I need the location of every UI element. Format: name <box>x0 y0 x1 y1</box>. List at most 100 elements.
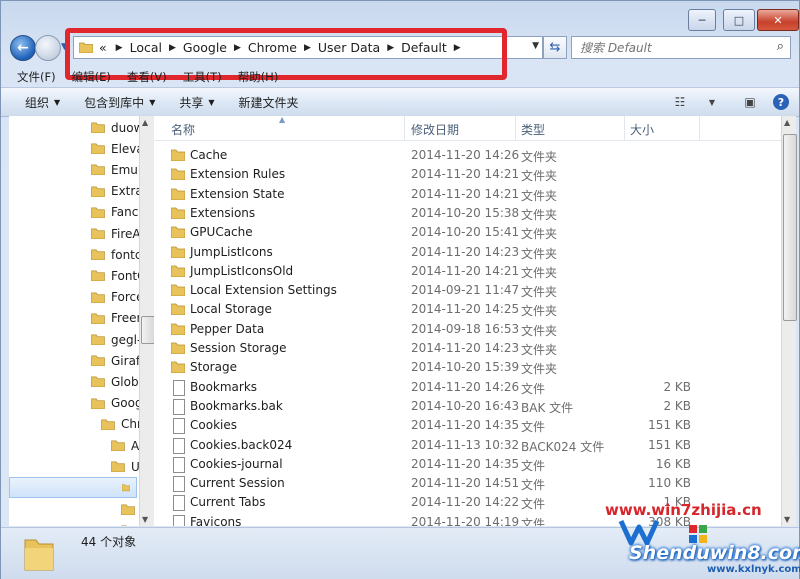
forward-button[interactable] <box>35 35 61 61</box>
view-dropdown-icon[interactable]: ▼ <box>703 94 721 110</box>
share-button[interactable]: 共享 ▼ <box>179 94 214 111</box>
command-toolbar: 组织 ▼ 包含到库中 ▼ 共享 ▼ 新建文件夹 ☷ ▼ ▣ ? <box>1 87 799 117</box>
file-date: 2014-11-20 14:51 <box>411 476 520 491</box>
table-row[interactable]: Extensions 2014-10-20 15:38 文件夹 <box>154 204 781 223</box>
address-dropdown-icon[interactable]: ▼ <box>532 41 539 51</box>
refresh-button[interactable]: ⇆ <box>543 36 567 59</box>
nav-tree-item[interactable]: fontc <box>91 244 139 265</box>
menu-item[interactable]: 编辑(E) <box>72 69 111 85</box>
nav-tree-item[interactable]: Extra <box>91 181 139 202</box>
table-row[interactable]: Current Session 2014-11-20 14:51 文件 110 KB <box>154 474 781 493</box>
search-icon[interactable]: ⌕ <box>777 39 784 54</box>
nav-tree-item[interactable]: Glob <box>91 371 139 392</box>
organize-button[interactable]: 组织 ▼ <box>25 94 60 111</box>
file-scroll-thumb[interactable] <box>783 134 797 321</box>
nav-scrollbar[interactable]: ▲ ▼ <box>139 116 155 526</box>
nav-tree-item[interactable] <box>121 520 139 526</box>
nav-tree-label: Glob <box>111 374 139 389</box>
table-row[interactable]: Cookies.back024 2014-11-13 10:32 BACK024 文… <box>154 436 781 455</box>
folder-icon <box>171 207 185 219</box>
file-name: Cookies.back024 <box>190 437 293 452</box>
file-type: 文件夹 <box>521 227 558 242</box>
nav-tree-item[interactable]: Goog <box>91 393 139 414</box>
folder-icon <box>171 246 185 258</box>
nav-tree-item[interactable]: A <box>111 435 139 456</box>
nav-tree-item[interactable]: Emur <box>91 159 139 180</box>
table-row[interactable]: Cookies 2014-11-20 14:35 文件 151 KB <box>154 416 781 435</box>
back-button[interactable]: ← <box>10 35 36 61</box>
scroll-up-icon[interactable]: ▲ <box>142 118 148 127</box>
file-list-scrollbar[interactable]: ▲ ▼ <box>781 116 797 526</box>
table-row[interactable]: Extension State 2014-11-20 14:21 文件夹 <box>154 185 781 204</box>
nav-tree-item[interactable]: Freer <box>91 308 139 329</box>
include-in-library-button[interactable]: 包含到库中 ▼ <box>84 94 155 111</box>
table-row[interactable]: Cache 2014-11-20 14:26 文件夹 <box>154 146 781 165</box>
column-type[interactable]: 类型 <box>521 121 545 138</box>
nav-tree-item[interactable]: FontC <box>91 265 139 286</box>
folder-icon <box>91 207 105 218</box>
nav-tree-label: Emur <box>111 162 139 177</box>
folder-icon <box>91 270 105 282</box>
view-options-icon[interactable]: ☷ <box>671 94 689 110</box>
nav-tree-item[interactable]: Chr <box>101 414 139 435</box>
table-row[interactable]: JumpListIcons 2014-11-20 14:23 文件夹 <box>154 243 781 262</box>
nav-tree-item[interactable]: Fancy <box>91 202 139 223</box>
scroll-down-icon[interactable]: ▼ <box>784 515 790 524</box>
nav-tree-item[interactable]: U <box>111 456 139 477</box>
menu-item[interactable]: 工具(T) <box>183 69 222 85</box>
nav-tree-item[interactable]: FireA <box>91 223 139 244</box>
column-header: ▲ 名称 修改日期 类型 大小 <box>154 116 781 141</box>
table-row[interactable]: JumpListIconsOld 2014-11-20 14:21 文件夹 <box>154 262 781 281</box>
column-size[interactable]: 大小 <box>630 121 654 138</box>
folder-icon <box>91 143 105 155</box>
table-row[interactable]: Bookmarks 2014-11-20 14:26 文件 2 KB <box>154 378 781 397</box>
nav-tree-item[interactable]: Eleva <box>91 138 139 159</box>
help-icon[interactable]: ? <box>773 94 789 110</box>
menu-item[interactable]: 查看(V) <box>127 69 167 85</box>
table-row[interactable]: Bookmarks.bak 2014-10-20 16:43 BAK 文件 2 KB <box>154 397 781 416</box>
folder-icon <box>171 342 185 354</box>
file-date: 2014-11-20 14:21 <box>411 186 520 201</box>
table-row[interactable]: GPUCache 2014-10-20 15:41 文件夹 <box>154 223 781 242</box>
item-count: 44 个对象 <box>81 535 137 549</box>
nav-tree-item[interactable] <box>9 477 137 499</box>
preview-pane-icon[interactable]: ▣ <box>741 94 759 110</box>
minimize-button[interactable]: ─ <box>688 9 716 31</box>
nav-tree-item[interactable]: gegl- <box>91 329 139 350</box>
nav-tree-label: gegl- <box>111 332 139 347</box>
table-row[interactable]: Pepper Data 2014-09-18 16:53 文件夹 <box>154 320 781 339</box>
file-list[interactable]: ▲ 名称 修改日期 类型 大小 Cache 2014-11-20 14:26 文件夹… <box>154 116 781 526</box>
nav-tree-label: Goog <box>111 396 139 411</box>
nav-tree-item[interactable] <box>121 499 139 520</box>
scroll-up-icon[interactable]: ▲ <box>784 118 790 127</box>
menu-item[interactable]: 文件(F) <box>17 69 56 85</box>
table-row[interactable]: Local Storage 2014-11-20 14:25 文件夹 <box>154 300 781 319</box>
file-date: 2014-10-20 15:38 <box>411 205 520 220</box>
new-folder-button[interactable]: 新建文件夹 <box>239 94 299 111</box>
nav-tree-item[interactable]: Giraf <box>91 350 139 371</box>
file-type: 文件夹 <box>521 207 558 222</box>
file-date: 2014-11-20 14:23 <box>411 244 520 259</box>
table-row[interactable]: Cookies-journal 2014-11-20 14:35 文件 16 KB <box>154 455 781 474</box>
scroll-down-icon[interactable]: ▼ <box>142 515 148 524</box>
column-date[interactable]: 修改日期 <box>411 121 459 138</box>
folder-icon <box>111 440 125 451</box>
nav-tree-item[interactable]: Force <box>91 287 139 308</box>
nav-scroll-thumb[interactable] <box>141 316 155 344</box>
nav-tree-label: U <box>131 459 139 474</box>
search-box[interactable]: ⌕ <box>571 36 791 59</box>
column-name[interactable]: 名称 <box>171 121 195 138</box>
table-row[interactable]: Extension Rules 2014-11-20 14:21 文件夹 <box>154 165 781 184</box>
table-row[interactable]: Session Storage 2014-11-20 14:23 文件夹 <box>154 339 781 358</box>
close-button[interactable]: ✕ <box>757 9 799 31</box>
file-name: Bookmarks <box>190 379 258 394</box>
file-date: 2014-11-20 14:21 <box>411 263 520 278</box>
menu-item[interactable]: 帮助(H) <box>238 69 279 85</box>
file-size: 2 KB <box>663 398 691 413</box>
table-row[interactable]: Local Extension Settings 2014-09-21 11:47… <box>154 281 781 300</box>
maximize-button[interactable]: □ <box>723 9 755 31</box>
navigation-pane[interactable]: duow Eleva Emur Extra Fancy FireA fontc FontC Fo… <box>9 116 139 526</box>
nav-tree-item[interactable]: duow <box>91 117 139 138</box>
table-row[interactable]: Storage 2014-10-20 15:39 文件夹 <box>154 358 781 377</box>
search-input[interactable] <box>578 39 772 56</box>
